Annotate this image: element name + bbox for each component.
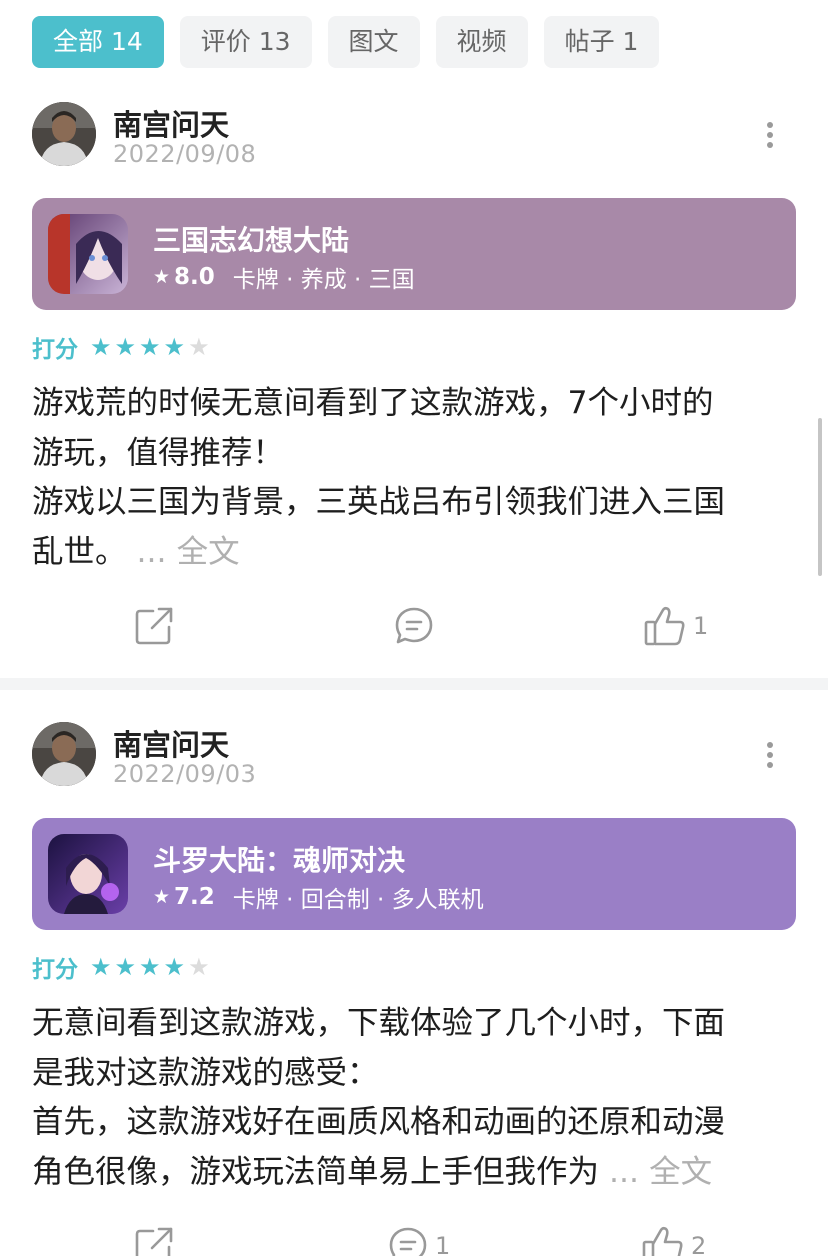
scrollbar[interactable] <box>818 418 822 576</box>
comment-count: 1 <box>435 1232 451 1256</box>
star-icon: ★ <box>153 886 171 908</box>
review-text[interactable]: 游戏荒的时候无意间看到了这款游戏，7个小时的 游玩，值得推荐！ 游戏以三国为背景… <box>32 379 802 577</box>
rating-label: 打分 <box>32 337 78 363</box>
rating-stars: ★ ★ ★ ★ ★ <box>90 335 210 359</box>
avatar[interactable] <box>32 722 96 786</box>
game-card[interactable]: 三国志幻想大陆 ★ 8.0 卡牌 · 养成 · 三国 <box>32 198 796 310</box>
game-meta: ★ 7.2 卡牌 · 回合制 · 多人联机 <box>153 880 484 914</box>
game-icon <box>48 214 128 294</box>
game-meta: ★ 8.0 卡牌 · 养成 · 三国 <box>153 260 415 294</box>
comment-icon <box>389 1227 427 1256</box>
share-button[interactable] <box>133 1225 175 1256</box>
review-date: 2022/09/03 <box>113 760 257 788</box>
star-filled-icon: ★ <box>139 953 161 981</box>
thumbs-up-icon <box>644 606 685 646</box>
expand-full-link[interactable]: 全文 <box>649 1154 712 1190</box>
author-name[interactable]: 南宫问天 <box>113 102 229 144</box>
game-card[interactable]: 斗罗大陆：魂师对决 ★ 7.2 卡牌 · 回合制 · 多人联机 <box>32 818 796 930</box>
review-date: 2022/09/08 <box>113 140 257 168</box>
more-options-icon[interactable] <box>760 122 780 152</box>
star-filled-icon: ★ <box>90 953 112 981</box>
user-rating: 打分 ★ ★ ★ ★ ★ <box>32 950 210 984</box>
tab-all[interactable]: 全部 14 <box>32 16 164 68</box>
avatar[interactable] <box>32 102 96 166</box>
like-count: 2 <box>691 1232 707 1256</box>
star-empty-icon: ★ <box>188 953 210 981</box>
game-tags: 卡牌 · 养成 · 三国 <box>232 267 415 293</box>
game-score: 8.0 <box>174 264 215 290</box>
game-score: 7.2 <box>174 884 215 910</box>
tab-images[interactable]: 图文 <box>327 16 420 68</box>
rating-label: 打分 <box>32 957 78 983</box>
more-options-icon[interactable] <box>760 742 780 772</box>
filter-tabs: 全部 14 评价 13 图文 视频 帖子 1 <box>32 16 660 68</box>
game-name: 斗罗大陆：魂师对决 <box>153 844 406 877</box>
rating-stars: ★ ★ ★ ★ ★ <box>90 955 210 979</box>
share-icon <box>135 607 173 645</box>
like-count: 1 <box>693 612 709 640</box>
share-button[interactable] <box>133 605 175 647</box>
tab-posts[interactable]: 帖子 1 <box>543 16 660 68</box>
comment-button[interactable]: 1 <box>387 1225 450 1256</box>
share-icon <box>135 1227 173 1256</box>
tab-reviews[interactable]: 评价 13 <box>179 16 312 68</box>
star-filled-icon: ★ <box>114 333 137 361</box>
star-filled-icon: ★ <box>139 333 161 361</box>
game-icon <box>48 834 128 914</box>
section-divider <box>0 678 828 690</box>
game-tags: 卡牌 · 回合制 · 多人联机 <box>232 887 484 913</box>
expand-full-link[interactable]: 全文 <box>177 534 240 570</box>
tab-videos[interactable]: 视频 <box>435 16 528 68</box>
thumbs-up-icon <box>642 1226 683 1256</box>
star-filled-icon: ★ <box>90 333 112 361</box>
review-text[interactable]: 无意间看到这款游戏，下载体验了几个小时，下面 是我对这款游戏的感受： 首先，这款… <box>32 999 802 1197</box>
comment-icon <box>395 607 433 644</box>
like-button[interactable]: 2 <box>641 1225 706 1256</box>
author-name[interactable]: 南宫问天 <box>113 722 229 764</box>
like-button[interactable]: 1 <box>643 605 708 647</box>
star-filled-icon: ★ <box>163 953 186 981</box>
star-filled-icon: ★ <box>163 333 186 361</box>
star-empty-icon: ★ <box>188 333 210 361</box>
user-rating: 打分 ★ ★ ★ ★ ★ <box>32 330 210 364</box>
star-icon: ★ <box>153 266 171 288</box>
star-filled-icon: ★ <box>114 953 137 981</box>
comment-button[interactable] <box>393 605 441 647</box>
game-name: 三国志幻想大陆 <box>153 224 350 257</box>
